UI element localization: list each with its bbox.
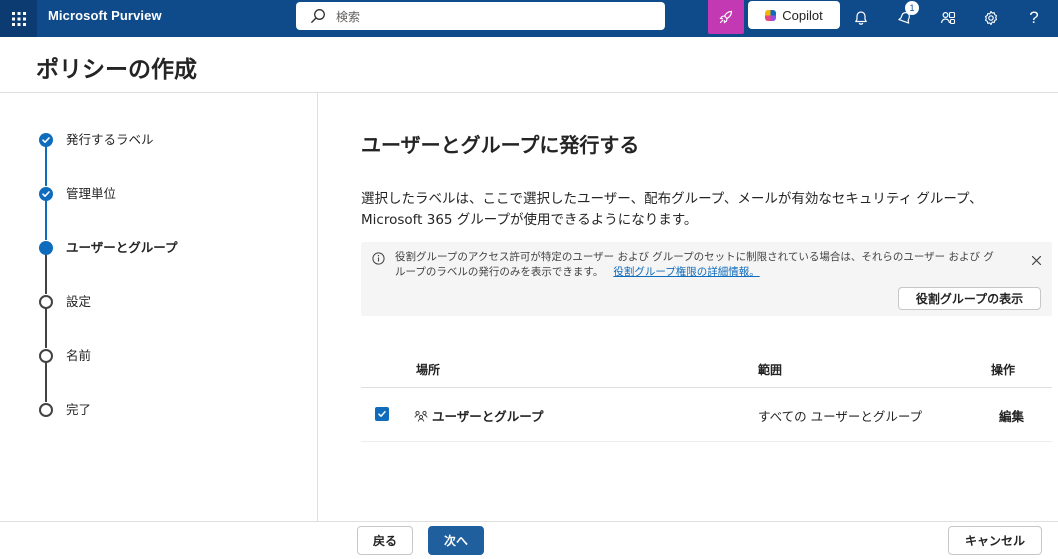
info-text-line: ループのラベルの発行のみを表示できます。 <box>395 266 604 278</box>
step-label: ユーザーとグループ <box>66 240 178 255</box>
copilot-logo-icon <box>765 9 777 21</box>
cell-scope: すべての ユーザーとグループ <box>758 409 923 424</box>
rocket-icon <box>719 10 733 24</box>
step-connector <box>45 254 47 294</box>
top-bar: Microsoft Purview 検索 Copilot 1 ? <box>0 0 1058 37</box>
step-label: 設定 <box>66 294 92 309</box>
people-icon <box>940 11 956 25</box>
stepper-divider <box>317 93 318 522</box>
people-button[interactable] <box>936 6 960 30</box>
app-name[interactable]: Microsoft Purview <box>48 8 162 23</box>
step-label: 名前 <box>66 348 92 363</box>
page-title: ポリシーの作成 <box>36 57 197 83</box>
step-finish[interactable]: 完了 <box>39 402 91 418</box>
info-icon <box>372 250 385 269</box>
edit-link[interactable]: 編集 <box>999 406 1024 425</box>
step-settings[interactable]: 設定 <box>39 294 91 310</box>
step-connector <box>45 362 47 402</box>
info-text: 役割グループのアクセス許可が特定のユーザー および グループのセットに制限されて… <box>395 250 1025 280</box>
checkmark-icon <box>378 411 386 417</box>
description-line: 選択したラベルは、ここで選択したユーザー、配布グループ、メールが有効なセキュリテ… <box>361 191 983 207</box>
rocket-button[interactable] <box>708 0 744 34</box>
row-checkbox[interactable] <box>375 407 389 421</box>
step-users-groups[interactable]: ユーザーとグループ <box>39 240 178 256</box>
copilot-button[interactable]: Copilot <box>748 1 840 29</box>
app-launcher-icon <box>11 11 26 26</box>
next-button[interactable]: 次へ <box>428 526 484 555</box>
close-icon <box>1031 255 1042 266</box>
bell-button[interactable] <box>849 6 873 30</box>
section-description: 選択したラベルは、ここで選択したユーザー、配布グループ、メールが有効なセキュリテ… <box>361 189 1041 231</box>
description-line: Microsoft 365 グループが使用できるようになります。 <box>361 212 698 228</box>
empty-circle-icon <box>39 403 53 417</box>
people-group-icon <box>414 407 428 426</box>
step-connector <box>45 200 47 240</box>
step-admin-units[interactable]: 管理単位 <box>39 186 116 202</box>
search-input[interactable]: 検索 <box>336 8 360 25</box>
checkmark-circle-icon <box>39 187 53 201</box>
column-header-scope[interactable]: 範囲 <box>758 361 782 378</box>
gear-icon <box>984 10 998 26</box>
row-divider <box>361 441 1052 442</box>
section-heading: ユーザーとグループに発行する <box>361 133 640 157</box>
step-connector <box>45 308 47 348</box>
view-role-groups-button[interactable]: 役割グループの表示 <box>898 287 1041 310</box>
column-header-location[interactable]: 場所 <box>416 361 440 378</box>
empty-circle-icon <box>39 295 53 309</box>
step-name[interactable]: 名前 <box>39 348 91 364</box>
back-button[interactable]: 戻る <box>357 526 413 555</box>
settings-button[interactable] <box>979 6 1003 30</box>
search-box[interactable]: 検索 <box>296 2 665 30</box>
help-icon: ? <box>1029 8 1039 27</box>
help-button[interactable]: ? <box>1022 6 1046 30</box>
title-divider <box>0 92 1058 93</box>
step-label: 管理単位 <box>66 186 117 201</box>
app-launcher-button[interactable] <box>0 0 37 37</box>
cancel-button[interactable]: キャンセル <box>948 526 1042 555</box>
step-publish-labels[interactable]: 発行するラベル <box>39 132 154 148</box>
column-header-action: 操作 <box>991 363 1016 377</box>
table-header-divider <box>361 387 1052 388</box>
copilot-label: Copilot <box>782 7 823 23</box>
info-text-line: 役割グループのアクセス許可が特定のユーザー および グループのセットに制限されて… <box>395 251 994 263</box>
step-connector <box>45 146 47 186</box>
current-step-dot-icon <box>39 241 53 255</box>
cell-location: ユーザーとグループ <box>432 409 544 424</box>
footer-divider <box>0 521 1058 522</box>
bell-icon <box>855 11 867 25</box>
learn-more-link[interactable]: 役割グループ権限の詳細情報。 <box>613 266 759 278</box>
checkmark-circle-icon <box>39 133 53 147</box>
empty-circle-icon <box>39 349 53 363</box>
search-icon <box>308 6 328 26</box>
notification-count-badge: 1 <box>905 1 919 15</box>
step-label: 発行するラベル <box>66 132 154 147</box>
dismiss-button[interactable] <box>1031 251 1042 270</box>
step-label: 完了 <box>66 402 92 417</box>
